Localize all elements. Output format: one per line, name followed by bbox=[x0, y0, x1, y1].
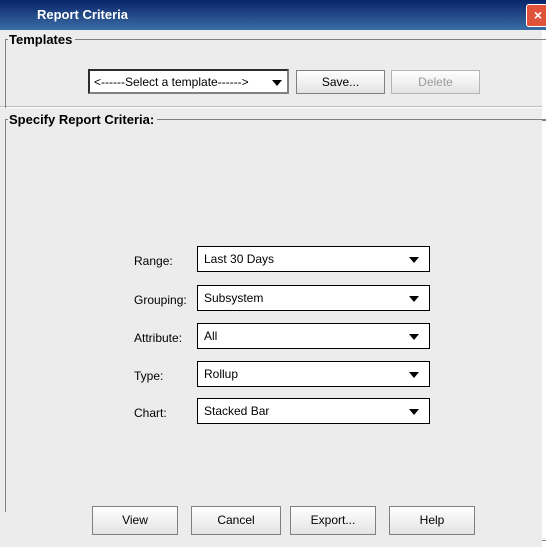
grouping-select[interactable]: Subsystem bbox=[197, 285, 430, 311]
grouping-label: Grouping: bbox=[134, 293, 187, 307]
range-label: Range: bbox=[134, 254, 173, 268]
grouping-value: Subsystem bbox=[204, 291, 264, 305]
report-criteria-dialog: Report Criteria × Templates <------Selec… bbox=[0, 0, 546, 547]
attribute-label: Attribute: bbox=[134, 331, 183, 345]
window-title: Report Criteria bbox=[37, 7, 129, 22]
range-select[interactable]: Last 30 Days bbox=[197, 246, 430, 272]
save-button[interactable]: Save... bbox=[296, 70, 385, 94]
delete-button[interactable]: Delete bbox=[391, 70, 480, 94]
type-select[interactable]: Rollup bbox=[197, 361, 430, 387]
templates-panel: Templates <------Select a template------… bbox=[0, 30, 546, 121]
criteria-panel: Specify Report Criteria: Range: Last 30 … bbox=[0, 108, 546, 541]
criteria-group-title: Specify Report Criteria: bbox=[8, 112, 158, 127]
button-bar: View Cancel Export... Help bbox=[0, 506, 542, 547]
type-label: Type: bbox=[134, 369, 164, 383]
export-button[interactable]: Export... bbox=[290, 506, 376, 535]
range-value: Last 30 Days bbox=[204, 252, 275, 266]
chart-value: Stacked Bar bbox=[204, 404, 270, 418]
title-bar[interactable]: Report Criteria × bbox=[0, 0, 546, 30]
type-value: Rollup bbox=[204, 367, 239, 381]
dialog-content: Templates <------Select a template------… bbox=[0, 30, 546, 547]
chart-label: Chart: bbox=[134, 406, 167, 420]
view-button[interactable]: View bbox=[92, 506, 178, 535]
attribute-value: All bbox=[204, 329, 218, 343]
templates-group-title: Templates bbox=[8, 32, 76, 47]
close-icon[interactable]: × bbox=[526, 4, 546, 27]
cancel-button[interactable]: Cancel bbox=[191, 506, 281, 535]
template-select-value: <------Select a template------> bbox=[94, 75, 249, 89]
chevron-down-icon[interactable] bbox=[272, 80, 282, 86]
chevron-down-icon[interactable] bbox=[409, 257, 419, 263]
chart-select[interactable]: Stacked Bar bbox=[197, 398, 430, 424]
attribute-select[interactable]: All bbox=[197, 323, 430, 349]
chevron-down-icon[interactable] bbox=[409, 372, 419, 378]
help-button[interactable]: Help bbox=[389, 506, 475, 535]
template-select[interactable]: <------Select a template------> bbox=[88, 69, 289, 94]
chevron-down-icon[interactable] bbox=[409, 334, 419, 340]
chevron-down-icon[interactable] bbox=[409, 409, 419, 415]
chevron-down-icon[interactable] bbox=[409, 296, 419, 302]
